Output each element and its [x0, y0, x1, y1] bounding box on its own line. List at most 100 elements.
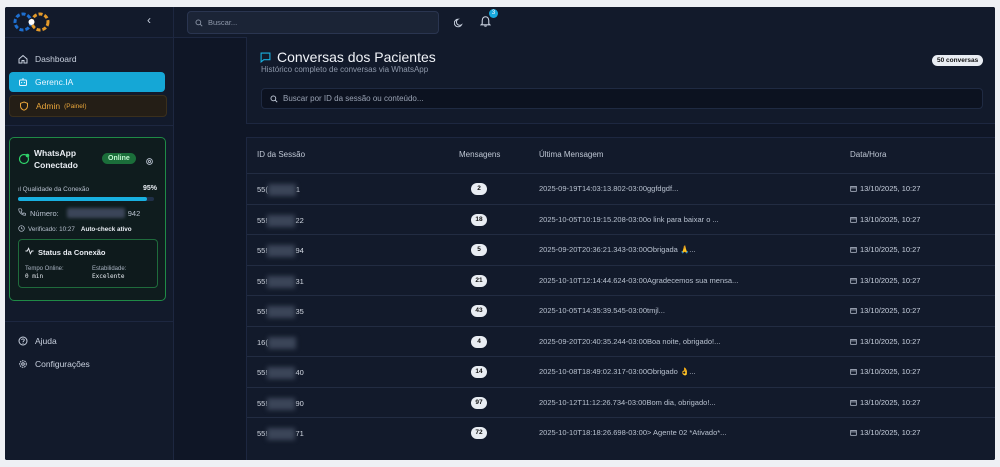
session-id-cell: 55! 40	[257, 367, 304, 379]
header-datetime: Data/Hora	[850, 150, 887, 159]
redacted-id	[267, 245, 296, 257]
session-id-prefix: 16(	[257, 337, 268, 347]
gear-icon	[17, 358, 29, 370]
last-message-cell: 2025-10-10T18:18:26.698-03:00> Agente 02…	[539, 428, 727, 437]
session-id-cell: 55(1	[257, 184, 300, 196]
redacted-id	[267, 367, 296, 379]
quality-value: 95%	[142, 185, 157, 192]
nav-help-label: Ajuda	[35, 336, 57, 346]
last-message-cell: 2025-10-10T12:14:44.624-03:00Agradecemos…	[539, 275, 739, 285]
table-row[interactable]: 55(1 2 2025-09-19T14:03:13.802-03:00ggfdgd…	[247, 173, 995, 204]
datetime-cell: 13/10/2025, 10:27	[850, 398, 920, 407]
conversation-count-badge: 50 conversas	[932, 55, 984, 66]
chat-icon	[260, 50, 271, 66]
session-id-suffix: 31	[295, 276, 304, 286]
whatsapp-title-line2: Conectado	[34, 160, 78, 170]
calendar-icon	[850, 246, 857, 253]
table-row[interactable]: 55! 22 18 2025-10-05T10:19:15.208-03:00o li…	[247, 203, 995, 235]
whatsapp-settings-icon[interactable]	[145, 153, 154, 171]
session-search-input[interactable]: Buscar por ID da sessão ou conteúdo...	[261, 88, 983, 109]
table-row[interactable]: 55! 40 14 2025-10-08T18:49:02.317-03:00Obri…	[247, 356, 995, 387]
datetime-cell: 13/10/2025, 10:27	[850, 276, 920, 285]
redacted-id	[267, 336, 296, 349]
session-id-prefix: 55!	[257, 428, 268, 438]
calendar-icon	[850, 338, 857, 345]
table-row[interactable]: 55! 35 43 2025-10-05T14:35:39.545-03:00tmjl…	[247, 295, 995, 326]
nav-help[interactable]: Ajuda	[9, 331, 165, 351]
search-icon	[195, 14, 203, 32]
calendar-icon	[850, 277, 857, 284]
phone-icon	[18, 208, 26, 218]
datetime-text: 13/10/2025, 10:27	[860, 397, 921, 407]
session-id-suffix: 94	[295, 245, 304, 255]
quality-label: ıl Qualidade da Conexão	[18, 186, 89, 193]
calendar-icon	[850, 368, 857, 375]
session-id-prefix: 55!	[257, 245, 268, 255]
calendar-icon	[850, 429, 857, 436]
datetime-text: 13/10/2025, 10:27	[860, 184, 921, 193]
session-id-prefix: 55!	[257, 215, 268, 225]
datetime-cell: 13/10/2025, 10:27	[850, 215, 920, 224]
redacted-id	[267, 428, 296, 440]
session-id-suffix: 35	[295, 306, 304, 316]
message-count-badge: 18	[471, 213, 487, 226]
collapse-sidebar-button[interactable]: ‹	[147, 13, 151, 27]
redacted-id	[267, 397, 296, 410]
auto-check-label: Auto-check ativo	[80, 226, 132, 233]
stability-value: Excelente	[92, 273, 125, 280]
header-last-message: Última Mensagem	[539, 150, 604, 159]
global-search-input[interactable]: Buscar...	[187, 11, 439, 34]
stability-block: Estabilidade: Excelente	[92, 265, 126, 281]
clock-icon	[18, 225, 25, 234]
table-row[interactable]: 55! 94 5 2025-09-20T20:36:21.343-03:00Obrig…	[247, 234, 995, 265]
divider	[5, 37, 173, 38]
datetime-cell: 13/10/2025, 10:27	[850, 367, 920, 376]
global-search-placeholder: Buscar...	[208, 18, 238, 27]
quality-bar	[18, 197, 154, 201]
page-title: Conversas dos Pacientes	[260, 49, 436, 65]
whatsapp-status-card: WhatsApp Conectado Online ıl Qualidade d…	[9, 137, 166, 301]
message-count-badge: 21	[471, 274, 487, 287]
last-message-cell: 2025-10-12T11:12:26.734-03:00Bom dia, ob…	[539, 397, 716, 407]
uptime-block: Tempo Online: 0 min	[25, 265, 64, 281]
search-icon	[270, 90, 278, 108]
divider	[5, 321, 173, 322]
verified-time: Verificado: 10:27	[28, 226, 75, 233]
redacted-number	[66, 208, 125, 218]
number-row: Número: 942	[18, 208, 140, 218]
nav-admin[interactable]: Admin (Painel)	[9, 95, 167, 117]
number-label: Número:	[30, 208, 59, 218]
page-subtitle: Histórico completo de conversas via What…	[261, 65, 429, 74]
datetime-text: 13/10/2025, 10:27	[860, 428, 921, 437]
table-row[interactable]: 55! 31 21 2025-10-10T12:14:44.624-03:00Agra…	[247, 264, 995, 296]
session-id-suffix: 40	[295, 367, 304, 377]
bot-icon	[17, 76, 29, 88]
datetime-cell: 13/10/2025, 10:27	[850, 245, 920, 254]
redacted-id	[267, 184, 296, 196]
theme-toggle-moon-icon[interactable]	[453, 15, 464, 33]
help-icon	[17, 335, 29, 347]
table-row[interactable]: 55! 71 72 2025-10-10T18:18:26.698-03:00> Ag…	[247, 417, 995, 448]
shield-icon	[18, 100, 30, 112]
connection-status-title-text: Status da Conexão	[38, 247, 106, 257]
table-row[interactable]: 16(4 2025-09-20T20:40:35.244-03:00Boa noi…	[247, 325, 995, 357]
stability-label: Estabilidade:	[92, 266, 127, 272]
logo-icon	[13, 12, 50, 32]
datetime-cell: 13/10/2025, 10:27	[850, 428, 920, 437]
table-row[interactable]: 55! 90 97 2025-10-12T11:12:26.734-03:00Bom …	[247, 386, 995, 418]
datetime-text: 13/10/2025, 10:27	[860, 367, 921, 376]
datetime-text: 13/10/2025, 10:27	[860, 214, 921, 224]
verified-row: Verificado: 10:27 Auto-check ativo	[18, 225, 132, 234]
session-id-suffix: 1	[295, 184, 301, 194]
message-count-badge: 4	[471, 335, 487, 348]
nav-settings[interactable]: Configurações	[9, 354, 165, 374]
nav-dashboard[interactable]: Dashboard	[9, 49, 165, 69]
redacted-id	[267, 306, 296, 318]
calendar-icon	[850, 185, 857, 192]
quality-label-text: Qualidade da Conexão	[22, 186, 90, 193]
datetime-text: 13/10/2025, 10:27	[860, 245, 921, 254]
nav-admin-sublabel: (Painel)	[64, 102, 87, 110]
divider	[5, 125, 173, 126]
session-id-prefix: 55!	[257, 276, 268, 286]
nav-gerencia[interactable]: Gerenc.IA	[9, 72, 165, 92]
